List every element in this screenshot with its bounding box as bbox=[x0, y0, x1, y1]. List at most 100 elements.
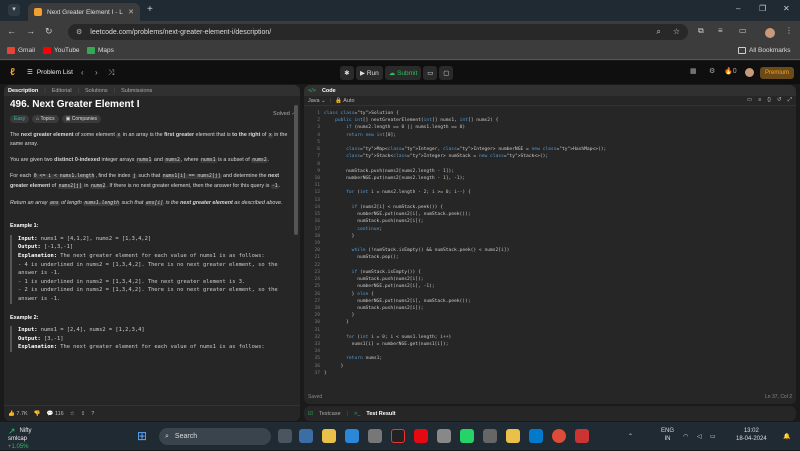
intellij-icon[interactable] bbox=[391, 429, 405, 443]
code-line: nums1[i] = numberNGE.get(nums1[i]); bbox=[324, 342, 449, 348]
mail-app-icon[interactable] bbox=[345, 429, 359, 443]
message-app-icon[interactable] bbox=[437, 429, 451, 443]
layout-icon[interactable]: ▦ bbox=[690, 67, 697, 75]
companies-label: Companies bbox=[71, 115, 98, 122]
chat-icon[interactable]: ▢ bbox=[439, 66, 454, 80]
browser-tab-strip: ▾ Next Greater Element I - LeetC ✕ + – ❐… bbox=[0, 0, 800, 21]
widgets-app-icon[interactable] bbox=[299, 429, 313, 443]
auto-label: Auto bbox=[343, 97, 355, 104]
menu-icon[interactable]: ⋮ bbox=[785, 26, 793, 35]
tray-overflow-icon[interactable]: ⌃ bbox=[628, 433, 633, 441]
url-bar[interactable]: ⚙ leetcode.com/problems/next-greater-ele… bbox=[68, 24, 688, 40]
premium-button[interactable]: Premium bbox=[760, 67, 794, 79]
extensions-icon[interactable]: ⧉ bbox=[698, 26, 704, 36]
zoom-search-icon[interactable]: ⌕ bbox=[656, 27, 660, 37]
close-tab-icon[interactable]: ✕ bbox=[128, 8, 134, 16]
line-number: 29 bbox=[314, 313, 320, 319]
format-icon[interactable]: ≡ bbox=[758, 97, 761, 104]
shuffle-icon[interactable]: ⤨ bbox=[108, 68, 114, 78]
bookmark-maps[interactable]: Maps bbox=[87, 47, 114, 54]
media-icon[interactable]: ▭ bbox=[739, 26, 747, 35]
next-problem-icon[interactable]: › bbox=[95, 68, 98, 77]
stock-widget[interactable]: ↗ Nifty smlcap +1.05% bbox=[8, 427, 41, 451]
tab-testcase[interactable]: Testcase bbox=[319, 411, 341, 417]
description-paragraph: Return an array ans of length nums1.leng… bbox=[10, 199, 283, 206]
close-window-icon[interactable]: ✕ bbox=[783, 4, 790, 13]
favorite-icon[interactable]: ☆ bbox=[70, 411, 75, 417]
bookmark-icon[interactable]: ▭ bbox=[747, 97, 752, 104]
wifi-icon[interactable]: ◠ bbox=[683, 433, 688, 441]
clock-time: 13:02 bbox=[743, 428, 759, 434]
code-line: } bbox=[324, 363, 344, 369]
tab-editorial[interactable]: Editorial bbox=[52, 88, 72, 94]
code-line: } else { bbox=[324, 291, 374, 297]
notification-icon[interactable]: 🔔 bbox=[783, 433, 790, 441]
submit-label: Submit bbox=[397, 69, 418, 77]
auto-mode[interactable]: 🔒 Auto bbox=[335, 98, 354, 104]
language-select[interactable]: Java ⌄ bbox=[308, 98, 326, 104]
battery-icon[interactable]: ▭ bbox=[710, 433, 716, 441]
share-icon[interactable]: ⇪ bbox=[81, 411, 86, 417]
code-footer: Saved Ln 37, Col 2 bbox=[304, 390, 796, 404]
settings-app-icon[interactable] bbox=[368, 429, 382, 443]
debug-icon[interactable]: ✱ bbox=[340, 66, 354, 80]
prev-problem-icon[interactable]: ‹ bbox=[81, 68, 84, 77]
user-avatar[interactable] bbox=[745, 68, 754, 77]
browser-tab[interactable]: Next Greater Element I - LeetC ✕ bbox=[28, 3, 140, 21]
restore-icon[interactable]: ❐ bbox=[759, 4, 766, 13]
braces-icon[interactable]: {} bbox=[767, 97, 771, 104]
folder-app-icon[interactable] bbox=[506, 429, 520, 443]
tab-search-icon[interactable]: ▾ bbox=[8, 4, 20, 16]
bookmark-youtube[interactable]: YouTube bbox=[43, 47, 80, 54]
chrome-icon[interactable] bbox=[552, 429, 566, 443]
minimize-icon[interactable]: – bbox=[736, 4, 740, 13]
comments-button[interactable]: 💬 116 bbox=[47, 411, 64, 417]
notes-icon[interactable]: ▭ bbox=[423, 66, 438, 80]
leetcode-logo-icon[interactable]: ℓ bbox=[10, 67, 20, 78]
companies-button[interactable]: ▣ Companies bbox=[61, 114, 102, 123]
submit-button[interactable]: ☁ Submit bbox=[384, 66, 422, 80]
run-button[interactable]: ▶ Run bbox=[356, 66, 383, 80]
problem-title[interactable]: 496. Next Greater Element I bbox=[10, 100, 290, 110]
taskbar-search[interactable]: ⌕ Search bbox=[159, 428, 271, 445]
bookmark-gmail[interactable]: Gmail bbox=[7, 47, 35, 54]
fullscreen-icon[interactable]: ⤢ bbox=[788, 97, 792, 104]
clock[interactable]: 13:02 18-04-2024 bbox=[736, 427, 767, 443]
netflix-icon[interactable] bbox=[414, 429, 428, 443]
like-button[interactable]: 👍 7.7K bbox=[8, 411, 28, 417]
code-editor[interactable]: 1 class class="ty">Solution {2 public int… bbox=[304, 110, 796, 388]
reload-icon[interactable]: ↻ bbox=[45, 26, 53, 37]
line-number: 19 bbox=[314, 240, 320, 246]
description-scrollbar[interactable] bbox=[294, 105, 298, 235]
settings-icon[interactable]: ⚙ bbox=[709, 67, 715, 75]
file-explorer-icon[interactable] bbox=[322, 429, 336, 443]
windows-start-icon[interactable]: ⊞ bbox=[137, 429, 151, 443]
tab-solutions[interactable]: Solutions bbox=[85, 88, 108, 94]
dislike-icon[interactable]: 👎 bbox=[34, 411, 41, 417]
camera-app-icon[interactable] bbox=[483, 429, 497, 443]
all-bookmarks[interactable]: All Bookmarks bbox=[738, 47, 791, 54]
line-number: 23 bbox=[314, 269, 320, 275]
bookmark-star-icon[interactable]: ☆ bbox=[673, 27, 680, 37]
tab-description[interactable]: Description bbox=[8, 88, 38, 94]
language-indicator[interactable]: ENG IN bbox=[661, 427, 674, 443]
volume-icon[interactable]: ◁ bbox=[697, 433, 702, 441]
bookmark-label: Gmail bbox=[18, 47, 35, 54]
whatsapp-icon[interactable] bbox=[460, 429, 474, 443]
problem-list-button[interactable]: ☰ Problem List bbox=[27, 68, 73, 77]
task-view-icon[interactable] bbox=[278, 429, 292, 443]
vscode-icon[interactable] bbox=[529, 429, 543, 443]
back-icon[interactable]: ← bbox=[7, 26, 16, 36]
site-info-icon[interactable]: ⚙ bbox=[76, 28, 82, 36]
reading-list-icon[interactable]: ≡ bbox=[718, 26, 723, 35]
profile-avatar[interactable] bbox=[765, 28, 775, 38]
topics-button[interactable]: ⌂ Topics bbox=[32, 114, 59, 123]
reset-icon[interactable]: ↺ bbox=[777, 97, 782, 104]
tab-submissions[interactable]: Submissions bbox=[121, 88, 152, 94]
streak-counter[interactable]: 🔥0 bbox=[724, 67, 737, 75]
forward-icon[interactable]: → bbox=[26, 26, 35, 36]
help-icon[interactable]: ? bbox=[91, 411, 94, 417]
tab-test-result[interactable]: Test Result bbox=[366, 411, 395, 417]
new-tab-icon[interactable]: + bbox=[147, 4, 153, 15]
pdf-app-icon[interactable] bbox=[575, 429, 589, 443]
